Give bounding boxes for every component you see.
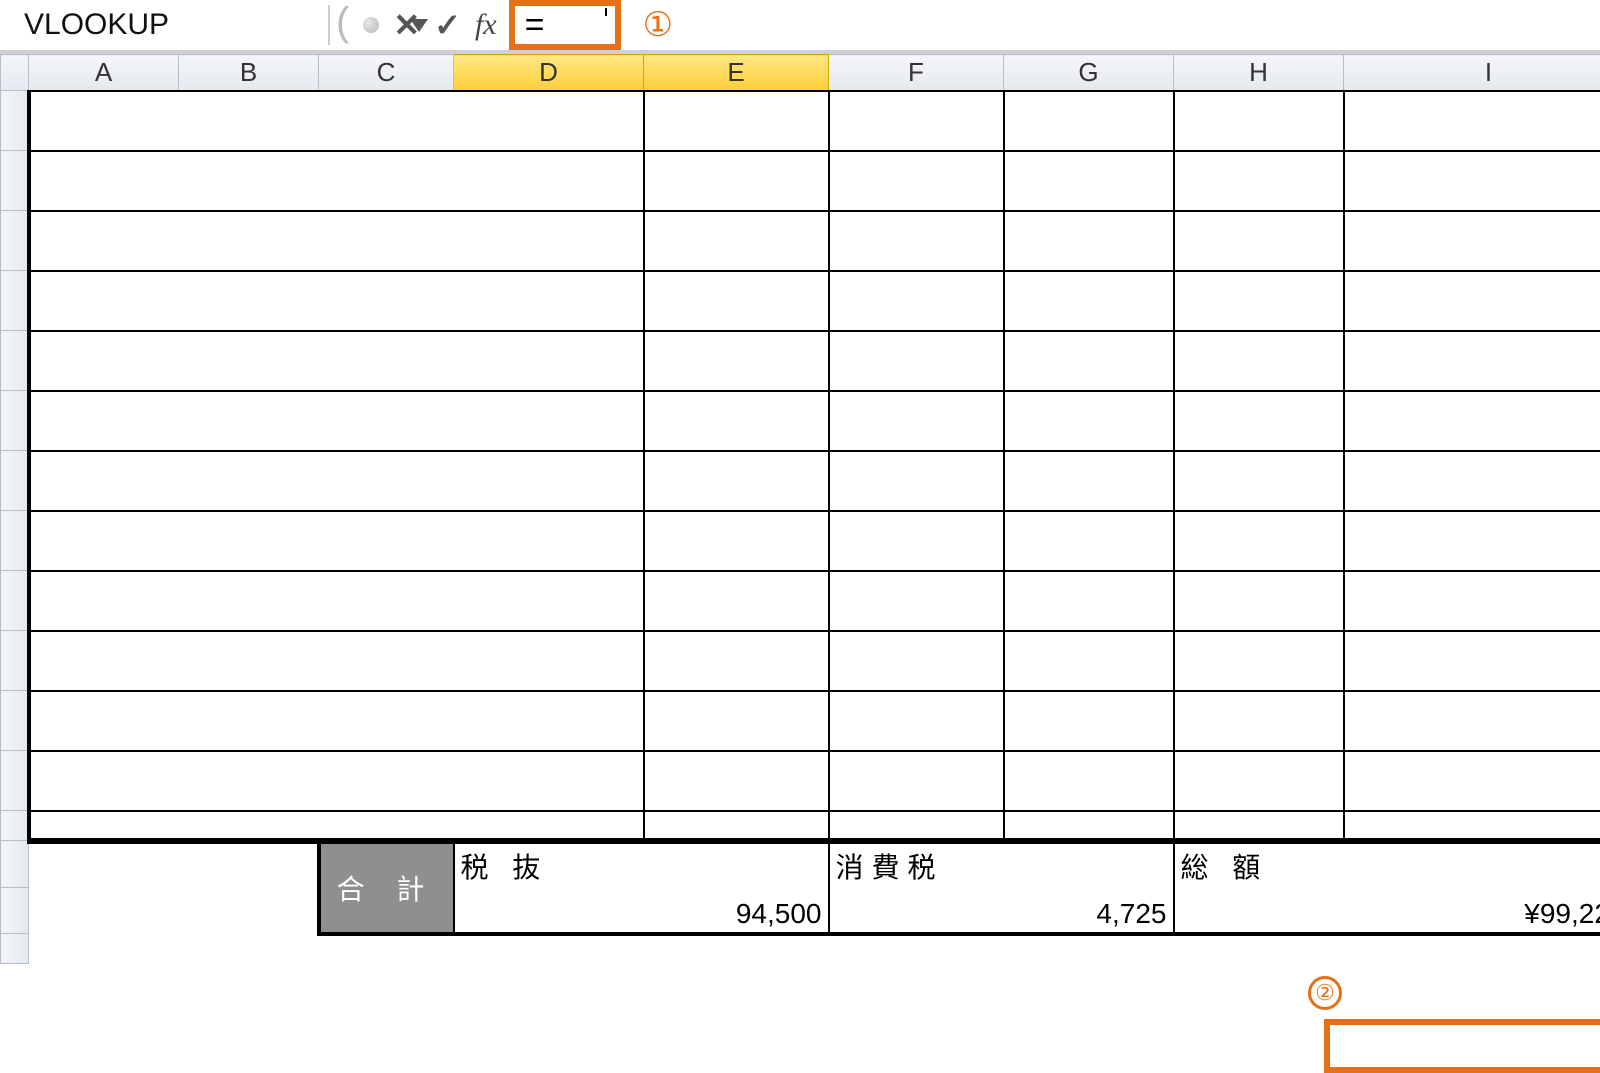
table-row[interactable] bbox=[1, 631, 1600, 691]
formula-input-wrap bbox=[509, 0, 621, 50]
totals-row-labels[interactable]: 合 計 税 抜 消費税 総 額 bbox=[1, 841, 1600, 888]
totals-row-values[interactable]: 94,500 4,725 ¥99,225 bbox=[1, 888, 1600, 934]
table-row[interactable] bbox=[1, 751, 1600, 811]
table-row[interactable] bbox=[1, 511, 1600, 571]
cell[interactable] bbox=[829, 91, 1004, 151]
annotation-2: ② bbox=[1308, 974, 1342, 1010]
caret-icon bbox=[605, 8, 607, 16]
cell[interactable] bbox=[319, 91, 454, 151]
accept-icon[interactable]: ✓ bbox=[434, 6, 461, 44]
formula-bar: ( ✕ ✓ fx ① bbox=[0, 0, 1600, 54]
table-row[interactable] bbox=[1, 934, 1600, 964]
table-row[interactable] bbox=[1, 151, 1600, 211]
goukei-label: 合 計 bbox=[319, 841, 454, 934]
annotation-1: ① bbox=[643, 5, 673, 45]
row-header[interactable] bbox=[1, 151, 29, 211]
zeinuki-value: 94,500 bbox=[644, 888, 829, 934]
column-headers: A B C D E F G H I bbox=[1, 55, 1600, 91]
table-row[interactable] bbox=[1, 451, 1600, 511]
zeinuki-label: 税 抜 bbox=[454, 841, 644, 888]
col-header-F[interactable]: F bbox=[829, 55, 1004, 91]
name-box-wrap bbox=[0, 8, 328, 42]
cell[interactable] bbox=[454, 91, 644, 151]
table-row[interactable] bbox=[1, 331, 1600, 391]
wizard-dot-icon[interactable] bbox=[363, 17, 379, 33]
col-header-A[interactable]: A bbox=[29, 55, 179, 91]
table-row[interactable] bbox=[1, 691, 1600, 751]
cell[interactable] bbox=[644, 91, 829, 151]
col-header-H[interactable]: H bbox=[1174, 55, 1344, 91]
select-all[interactable] bbox=[1, 55, 29, 91]
col-header-I[interactable]: I bbox=[1344, 55, 1600, 91]
row-header[interactable] bbox=[1, 91, 29, 151]
cell[interactable] bbox=[1174, 91, 1344, 151]
annotation-2-box bbox=[1324, 1019, 1600, 1073]
shouhizei-label: 消費税 bbox=[829, 841, 1004, 888]
sougaku-value: ¥99,225 bbox=[1344, 888, 1600, 934]
table-row[interactable] bbox=[1, 271, 1600, 331]
table-row[interactable] bbox=[1, 91, 1600, 151]
cell[interactable] bbox=[29, 91, 179, 151]
spreadsheet-grid[interactable]: A B C D E F G H I bbox=[0, 54, 1600, 964]
cell[interactable] bbox=[179, 91, 319, 151]
col-header-E[interactable]: E bbox=[644, 55, 829, 91]
cell[interactable] bbox=[1344, 91, 1600, 151]
shouhizei-value: 4,725 bbox=[1004, 888, 1174, 934]
col-header-D[interactable]: D bbox=[454, 55, 644, 91]
sougaku-label: 総 額 bbox=[1174, 841, 1344, 888]
table-row[interactable] bbox=[1, 811, 1600, 841]
table-row[interactable] bbox=[1, 571, 1600, 631]
col-header-C[interactable]: C bbox=[319, 55, 454, 91]
col-header-G[interactable]: G bbox=[1004, 55, 1174, 91]
grid-wrap: A B C D E F G H I bbox=[0, 54, 1600, 964]
fx-icon[interactable]: fx bbox=[475, 8, 497, 42]
cancel-icon[interactable]: ✕ bbox=[393, 6, 420, 44]
col-header-B[interactable]: B bbox=[179, 55, 319, 91]
cell[interactable] bbox=[1004, 91, 1174, 151]
formula-buttons: ( ✕ ✓ fx bbox=[328, 5, 501, 45]
table-row[interactable] bbox=[1, 211, 1600, 271]
table-row[interactable] bbox=[1, 391, 1600, 451]
